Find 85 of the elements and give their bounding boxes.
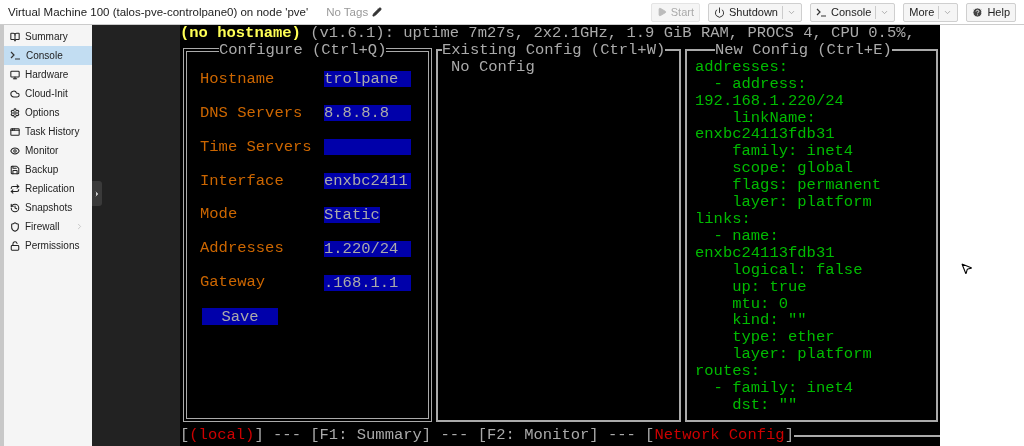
help-icon [972,6,984,18]
config-line: linkName: [731,109,817,127]
config-line: dst: "" [731,396,799,414]
input-field[interactable] [324,139,411,156]
active-status-label: Network Config [654,427,785,444]
panel-title: New Config (Ctrl+E) [715,41,892,59]
sidebar-item[interactable]: Firewall [4,217,92,236]
config-line: enxbc24113fdb31 [695,244,836,262]
sidebar-item[interactable]: Cloud-Init [4,84,92,103]
config-text: No Config [450,58,536,76]
field-label: DNS Servers [199,104,304,122]
config-line: family: inet4 [731,143,855,161]
field-label: Mode [199,206,239,224]
history-icon [10,202,20,213]
config-line: 192.168.1.220/24 [695,92,845,110]
config-line: links: [695,210,752,228]
sidebar-item[interactable]: Hardware [4,65,92,84]
system-info-text: (v1.6.1): uptime 7m27s, 2x2.1GHz, 1.9 GiB RAM, PROCS 4, CPU 0.5%, [310,25,915,42]
collapse-handle[interactable] [92,181,102,206]
sidebar-item[interactable]: Console [4,46,92,65]
expand-arrow-icon [93,189,101,198]
edit-icon[interactable] [372,7,383,17]
field-label: Addresses [199,240,285,258]
config-line: up: true [731,278,808,296]
sidebar-item[interactable]: Snapshots [4,198,92,217]
toolbar-button[interactable]: Console [809,2,896,22]
hostname-text: (no hostname) [180,25,301,42]
power-icon [714,6,725,18]
field-label: Hostname [199,70,276,88]
config-line: type: ether [731,329,836,347]
window-title: Virtual Machine 100 (talos-pve-controlpane0) on node 'pve' [8,6,309,18]
status-text: [ [180,427,190,444]
monitor-icon [10,69,20,80]
config-line: logical: false [731,261,864,279]
input-field[interactable]: 1.220/24 [324,240,411,257]
repeat-icon [10,183,20,194]
cloud-icon [10,88,20,99]
tags-label: No Tags [326,6,369,18]
active-status-label: (local) [189,427,255,444]
book-icon [10,31,20,42]
panel-title: Configure (Ctrl+Q) [219,41,387,59]
config-line: kind: "" [731,312,808,330]
sidebar-item[interactable]: Permissions [4,236,92,255]
config-line: - address: [712,75,808,93]
input-field[interactable]: enxbc2411 [324,173,411,189]
sidebar-item[interactable]: Monitor [4,141,92,160]
toolbar-button[interactable]: Shutdown [708,2,802,22]
sidebar-item[interactable]: Replication [4,179,92,198]
field-label: Gateway [199,274,267,292]
terminal-icon [815,7,827,17]
sidebar-item[interactable]: Options [4,103,92,122]
config-line: - family: inet4 [712,380,855,397]
mode-select[interactable]: Static [324,206,380,223]
config-line: layer: platform [731,194,873,211]
sidebar-item[interactable]: Backup [4,160,92,179]
panel-title: Existing Config (Ctrl+W) [442,41,666,59]
save-button[interactable]: Save [202,308,278,326]
shield-icon [10,221,20,232]
config-line: scope: global [731,160,855,178]
config-line: layer: platform [731,346,873,364]
sidebar-item[interactable]: Summary [4,27,92,46]
field-label: Interface [199,172,285,190]
terminal-screen[interactable] [180,25,940,446]
status-text: ] [784,427,794,444]
input-field[interactable]: trolpane [324,71,411,88]
field-label: Time Servers [199,138,313,156]
config-line: flags: permanent [731,177,883,195]
input-field[interactable]: 8.8.8.8 [324,105,411,122]
mouse-cursor-icon [960,262,973,275]
status-text: ] --- [F1: Summary] --- [F2: Monitor] --- [ [254,427,655,444]
config-line: - name: [712,227,780,245]
eye-icon [10,145,20,156]
play-icon [656,7,667,17]
config-line: enxbc24113fdb31 [695,126,836,144]
toolbar-button[interactable]: Help [966,2,1016,22]
terminal-icon [10,51,21,60]
config-line: routes: [695,363,762,381]
input-field[interactable]: .168.1.1 [324,274,411,291]
sidebar-item[interactable]: Task History [4,122,92,141]
config-line: mtu: 0 [731,295,789,313]
config-line: addresses: [695,58,789,76]
window-icon [10,126,20,137]
toolbar-button[interactable]: More [903,2,959,22]
gear-icon [10,107,20,118]
open-lock-icon [10,240,20,251]
